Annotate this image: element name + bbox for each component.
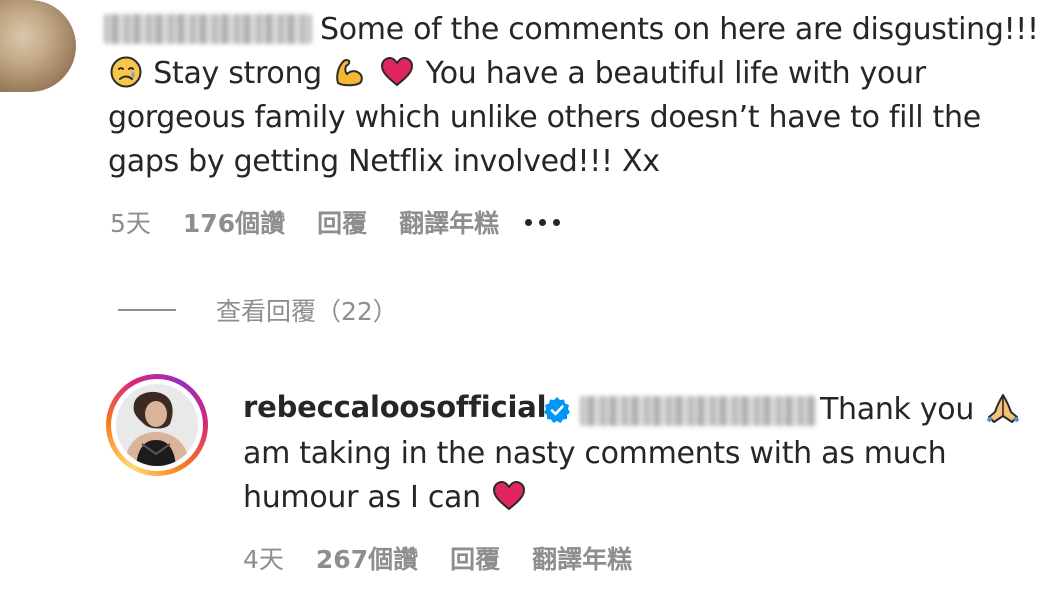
reply-text-b: am taking in the nasty comments with as …	[243, 436, 947, 515]
comment-reply-button[interactable]: 回覆	[317, 204, 367, 240]
reply-reply-button[interactable]: 回覆	[450, 540, 500, 576]
reply-translate-button[interactable]: 翻譯年糕	[532, 540, 632, 576]
more-horizontal-icon[interactable]	[525, 218, 561, 226]
reply-time: 4天	[243, 545, 284, 574]
reply-avatar-photo	[116, 384, 198, 466]
reply-meta-row: 4天 267個讚 回覆 翻譯年糕	[243, 540, 664, 576]
crying-face-icon	[110, 56, 142, 88]
view-replies-label: 查看回覆（22）	[216, 297, 398, 326]
view-replies-line	[118, 309, 176, 311]
red-heart-icon	[380, 56, 414, 88]
view-replies-toggle[interactable]: 查看回覆（22）	[118, 292, 398, 328]
comment-text-a: Stay strong	[153, 56, 322, 91]
verified-badge-icon	[543, 396, 571, 428]
comment-time: 5天	[110, 209, 151, 238]
folded-hands-icon	[985, 392, 1021, 424]
comment-meta-row: 5天 176個讚 回覆 翻譯年糕	[110, 204, 592, 240]
commenter-avatar[interactable]	[0, 0, 76, 92]
comment-line-1: Some of the comments on here are disgust…	[320, 12, 1039, 47]
red-heart-icon	[492, 480, 526, 512]
reply-like-count[interactable]: 267個讚	[316, 540, 418, 576]
reply-text-a: Thank you	[820, 392, 975, 427]
comment-like-count[interactable]: 176個讚	[183, 204, 285, 240]
reply-avatar[interactable]	[106, 374, 208, 476]
comment-text: Some of the comments on here are disgust…	[108, 8, 1056, 184]
reply-mention-blurred[interactable]	[580, 396, 816, 426]
reply-username[interactable]: rebeccaloosofficial	[243, 390, 547, 424]
flexed-biceps-icon	[333, 56, 367, 88]
comment-translate-button[interactable]: 翻譯年糕	[399, 204, 499, 240]
